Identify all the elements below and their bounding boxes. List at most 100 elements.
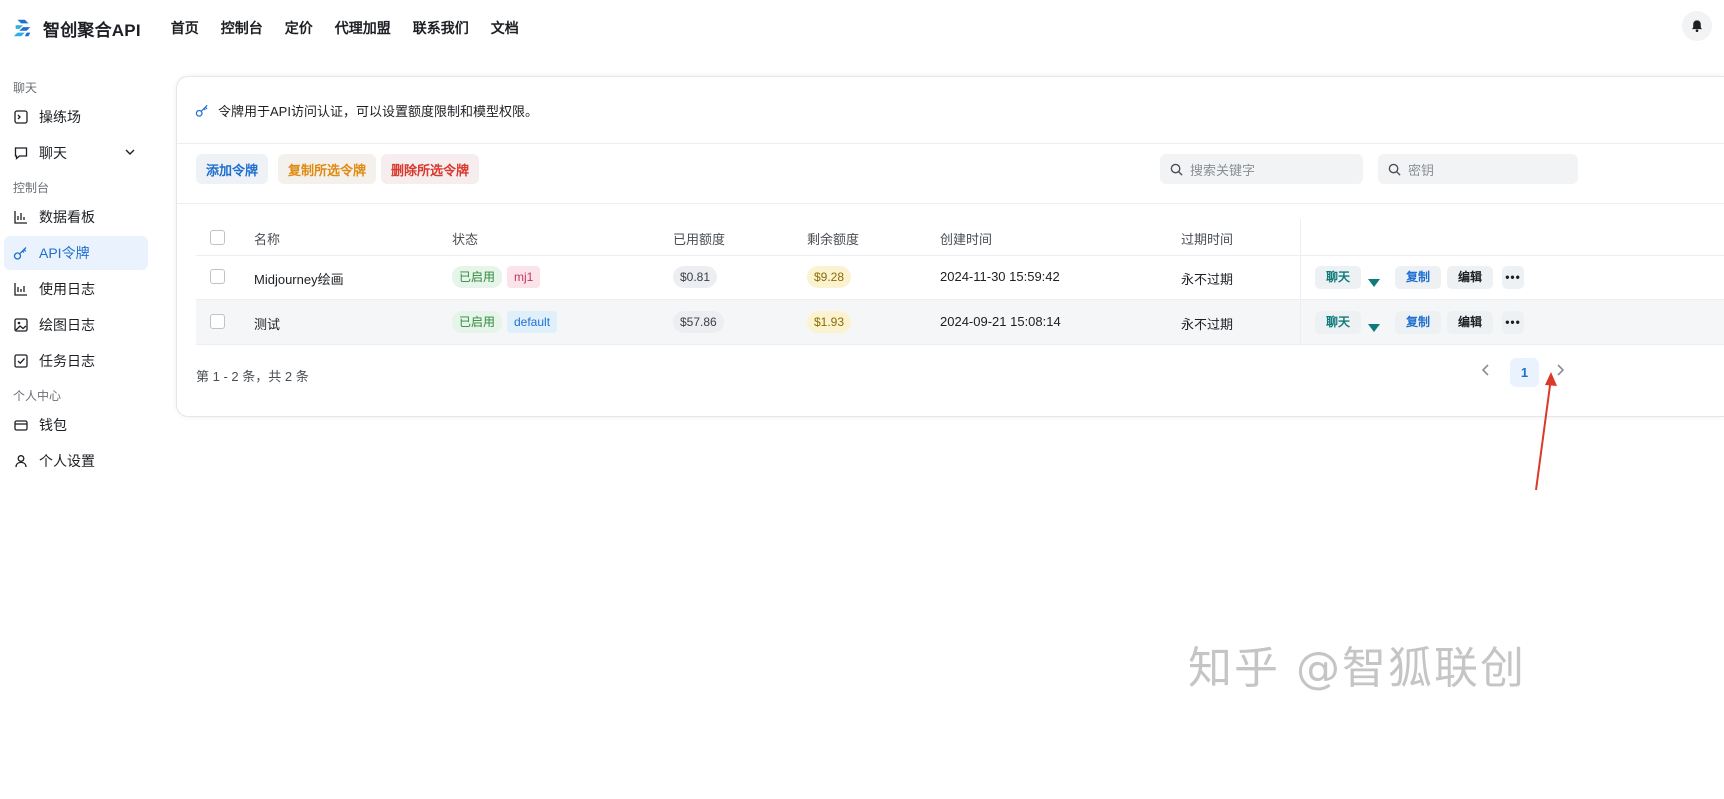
- watermark: 知乎 @智狐联创: [1188, 643, 1526, 694]
- created-time: 2024-11-30 15:59:42: [940, 269, 1060, 284]
- key-icon: [13, 245, 29, 261]
- search-icon: [1170, 163, 1183, 176]
- sidebar-item-label: 使用日志: [39, 281, 95, 297]
- app-title: 智创聚合API: [43, 20, 141, 40]
- pagination-summary: 第 1 - 2 条，共 2 条: [196, 369, 309, 384]
- copy-selected-button[interactable]: 复制所选令牌: [278, 154, 377, 184]
- nav-agent[interactable]: 代理加盟: [335, 18, 391, 38]
- column-header-status[interactable]: 状态: [452, 229, 478, 248]
- sidebar-item-label: 绘图日志: [39, 317, 95, 333]
- chat-icon: [13, 145, 29, 161]
- edit-button[interactable]: 编辑: [1447, 311, 1494, 334]
- nav-home[interactable]: 首页: [171, 18, 199, 38]
- search-icon: [1388, 163, 1401, 176]
- group-tag: mj1: [507, 266, 541, 288]
- chat-dropdown-button[interactable]: [1368, 318, 1380, 332]
- chat-dropdown-button[interactable]: [1368, 273, 1380, 287]
- user-icon: [13, 453, 29, 469]
- sidebar: 聊天 操练场 聊天 控制台 数据看板 API令牌 使用日志 绘图日志 任务日志 …: [0, 56, 160, 799]
- sidebar-item-dashboard[interactable]: 数据看板: [4, 200, 148, 234]
- sidebar-item-label: 任务日志: [39, 353, 95, 369]
- sidebar-item-task-log[interactable]: 任务日志: [4, 344, 148, 378]
- key-search-input[interactable]: 密钥: [1378, 154, 1578, 184]
- chevron-right-icon[interactable]: [1554, 363, 1566, 380]
- column-header-created[interactable]: 创建时间: [940, 229, 992, 248]
- sidebar-item-wallet[interactable]: 钱包: [4, 408, 148, 442]
- table-header: 名称 状态 已用额度 剩余额度 创建时间 过期时间: [196, 219, 1724, 256]
- copy-button[interactable]: 复制: [1395, 311, 1442, 334]
- chat-button[interactable]: 聊天: [1315, 311, 1362, 334]
- remaining-quota: $9.28: [807, 266, 852, 288]
- key-search-placeholder: 密钥: [1408, 162, 1435, 178]
- image-icon: [13, 317, 29, 333]
- chevron-left-icon[interactable]: [1480, 363, 1492, 380]
- nav-pricing[interactable]: 定价: [285, 18, 313, 38]
- nav-console[interactable]: 控制台: [221, 18, 263, 38]
- keyword-search-placeholder: 搜索关键字: [1190, 162, 1256, 178]
- add-token-button[interactable]: 添加令牌: [196, 154, 269, 184]
- sidebar-item-playground[interactable]: 操练场: [4, 100, 148, 134]
- more-button[interactable]: •••: [1502, 266, 1524, 289]
- page-number-current[interactable]: 1: [1510, 358, 1539, 387]
- remaining-quota: $1.93: [807, 311, 852, 333]
- keyword-search-input[interactable]: 搜索关键字: [1160, 154, 1363, 184]
- nav-contact[interactable]: 联系我们: [413, 18, 469, 38]
- token-name: Midjourney绘画: [254, 272, 344, 287]
- chart-icon: [13, 209, 29, 225]
- caret-down-icon: [1368, 279, 1380, 287]
- bell-icon: [1692, 20, 1702, 33]
- info-text: 令牌用于API访问认证，可以设置额度限制和模型权限。: [218, 104, 538, 119]
- sidebar-group-chat: 聊天: [13, 81, 38, 95]
- status-badge: 已启用: [452, 266, 503, 288]
- chat-button[interactable]: 聊天: [1315, 266, 1362, 289]
- row-checkbox[interactable]: [210, 314, 225, 329]
- used-quota: $0.81: [673, 266, 718, 288]
- divider: [177, 143, 1724, 144]
- select-all-checkbox[interactable]: [210, 230, 225, 245]
- logo[interactable]: 智创聚合API: [12, 16, 141, 41]
- sidebar-item-settings[interactable]: 个人设置: [4, 444, 148, 478]
- nav-docs[interactable]: 文档: [491, 18, 519, 38]
- info-banner: 令牌用于API访问认证，可以设置额度限制和模型权限。: [195, 101, 538, 120]
- column-header-remaining[interactable]: 剩余额度: [807, 229, 859, 248]
- sidebar-group-personal: 个人中心: [13, 389, 62, 403]
- table-row[interactable]: Midjourney绘画 已启用 mj1 $0.81 $9.28 2024-11…: [196, 255, 1724, 300]
- row-checkbox[interactable]: [210, 269, 225, 284]
- notification-button[interactable]: [1682, 11, 1712, 41]
- column-header-name[interactable]: 名称: [254, 229, 280, 248]
- copy-button[interactable]: 复制: [1395, 266, 1442, 289]
- main-nav: 首页 控制台 定价 代理加盟 联系我们 文档: [171, 18, 541, 38]
- tokens-card: 令牌用于API访问认证，可以设置额度限制和模型权限。 添加令牌 复制所选令牌 删…: [176, 76, 1724, 417]
- sidebar-item-label: 钱包: [39, 417, 67, 433]
- sidebar-item-label: 聊天: [39, 145, 67, 161]
- sidebar-item-drawing-log[interactable]: 绘图日志: [4, 308, 148, 342]
- chevron-down-icon[interactable]: [124, 146, 136, 158]
- token-name: 测试: [254, 317, 281, 332]
- more-button[interactable]: •••: [1502, 311, 1524, 334]
- task-icon: [13, 353, 29, 369]
- sidebar-item-chat[interactable]: 聊天: [4, 136, 148, 170]
- sidebar-item-usage-log[interactable]: 使用日志: [4, 272, 148, 306]
- sidebar-item-label: 数据看板: [39, 209, 95, 225]
- log-icon: [13, 281, 29, 297]
- column-divider: [1300, 219, 1301, 345]
- sidebar-item-api-tokens[interactable]: API令牌: [4, 236, 148, 270]
- created-time: 2024-09-21 15:08:14: [940, 314, 1061, 329]
- delete-selected-button[interactable]: 删除所选令牌: [381, 154, 480, 184]
- playground-icon: [13, 109, 29, 125]
- top-nav-bar: 智创聚合API 首页 控制台 定价 代理加盟 联系我们 文档: [0, 0, 1724, 56]
- key-icon: [195, 104, 208, 117]
- expire-time: 永不过期: [1181, 272, 1234, 287]
- sidebar-item-label: 操练场: [39, 109, 81, 125]
- group-tag: default: [507, 311, 558, 333]
- edit-button[interactable]: 编辑: [1447, 266, 1494, 289]
- wallet-icon: [13, 417, 29, 433]
- divider: [177, 203, 1724, 204]
- table-row[interactable]: 测试 已启用 default $57.86 $1.93 2024-09-21 1…: [196, 300, 1724, 345]
- column-header-used[interactable]: 已用额度: [673, 229, 725, 248]
- sidebar-item-label: 个人设置: [39, 453, 95, 469]
- used-quota: $57.86: [673, 311, 724, 333]
- sidebar-item-label: API令牌: [39, 245, 90, 261]
- status-badge: 已启用: [452, 311, 503, 333]
- column-header-expires[interactable]: 过期时间: [1181, 229, 1233, 248]
